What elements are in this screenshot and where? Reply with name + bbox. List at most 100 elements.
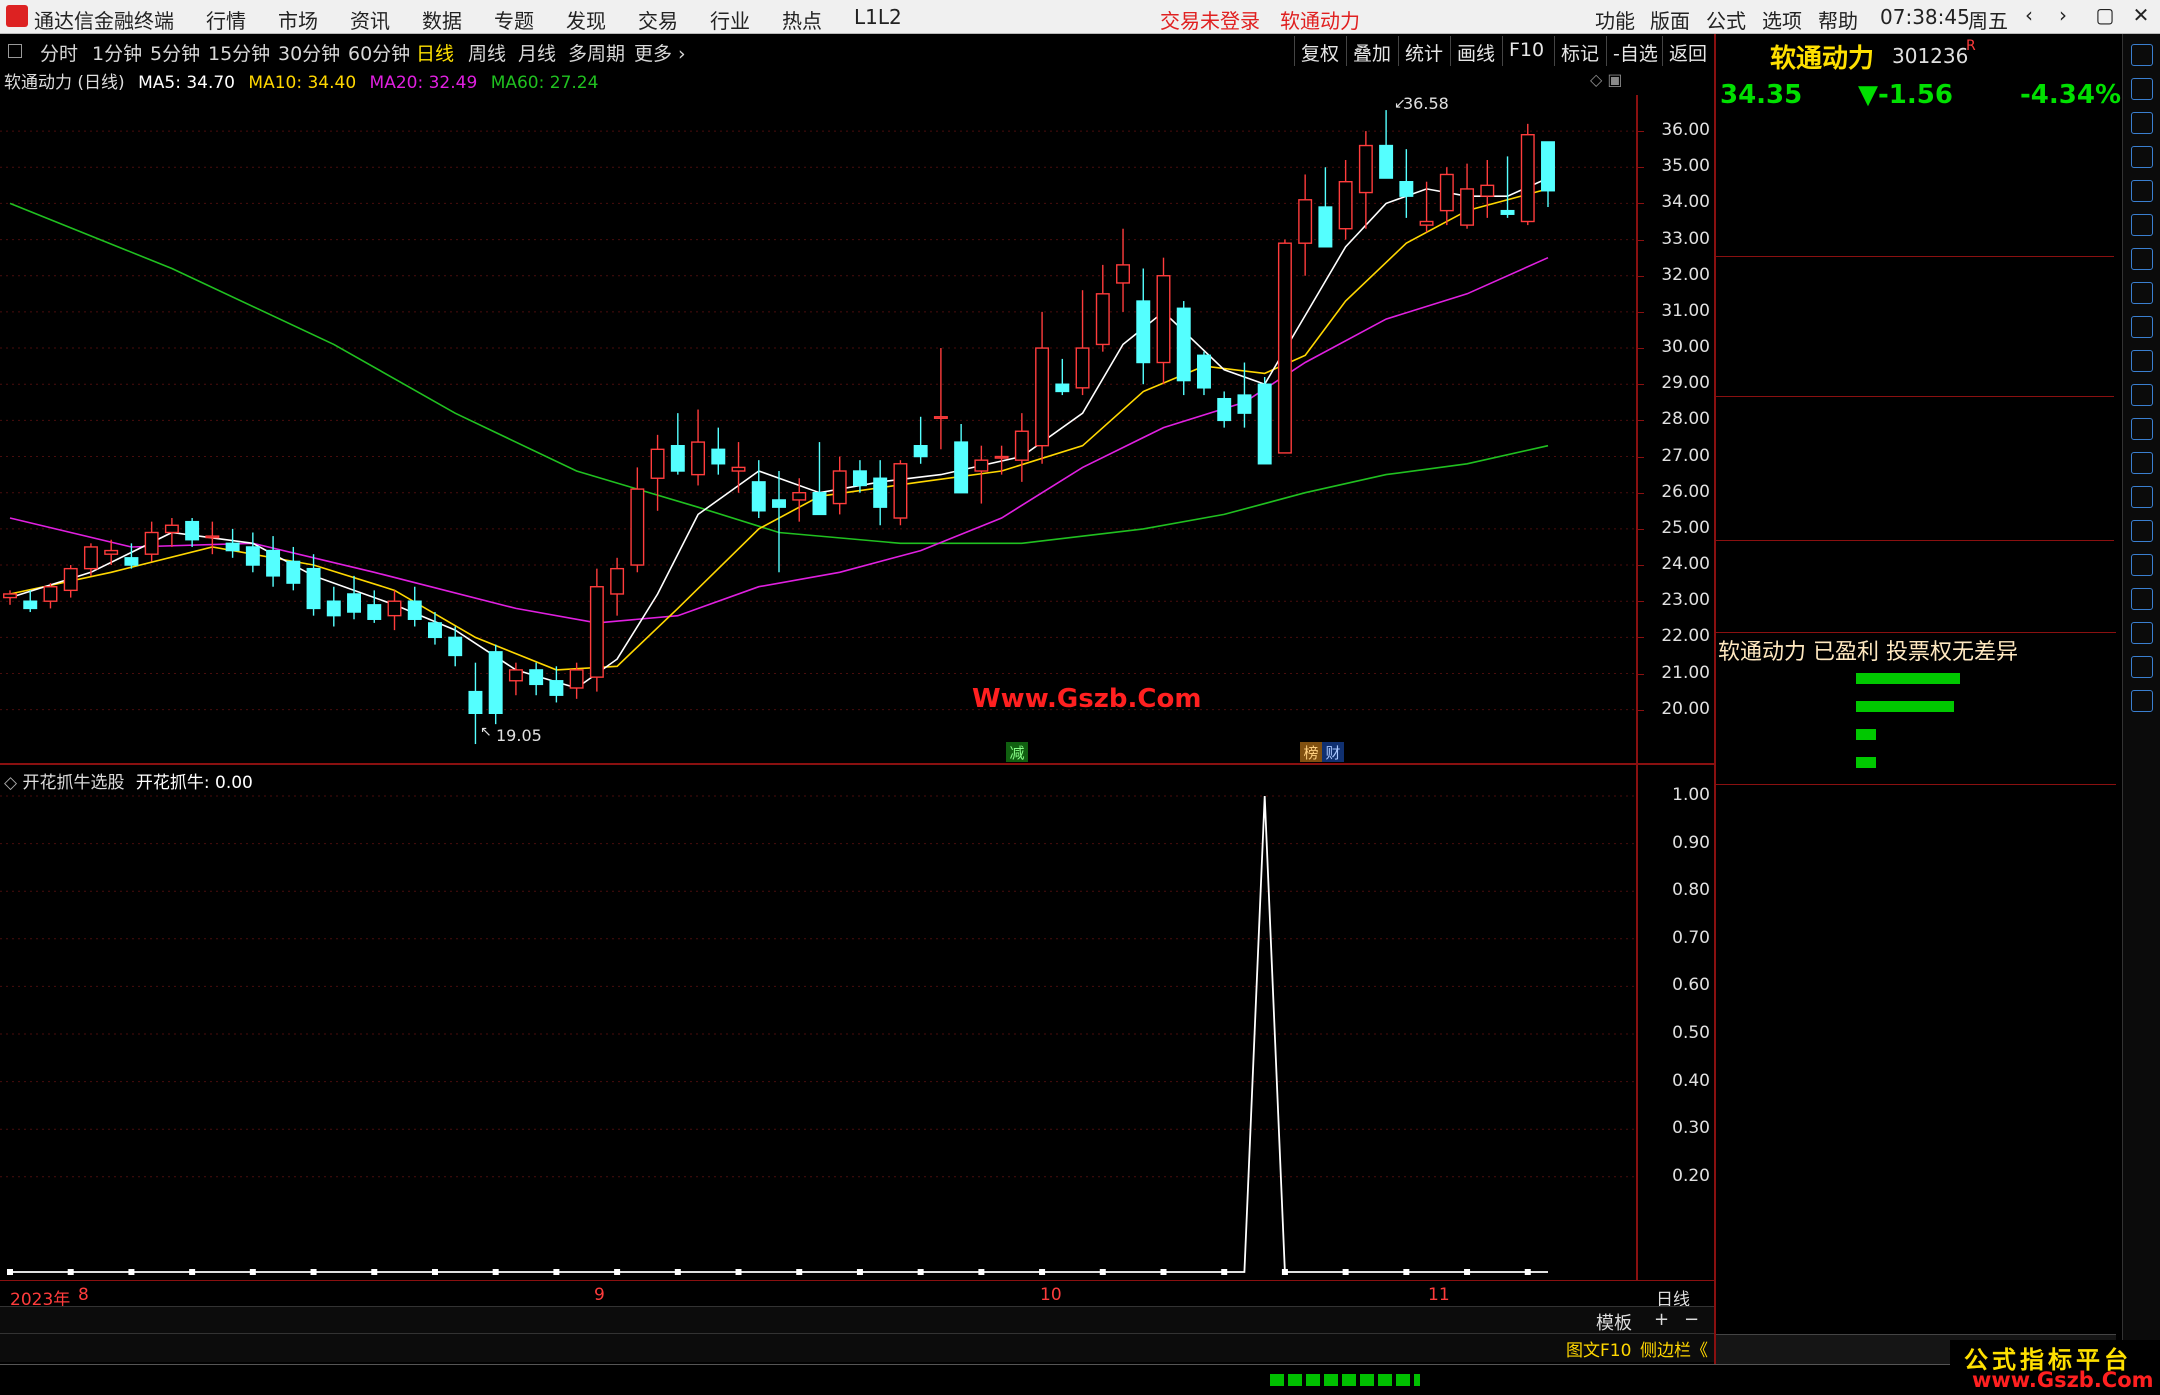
collapse-icon[interactable] — [2131, 44, 2153, 66]
stock-tags[interactable]: 软通动力 已盈利 投票权无差异 — [1718, 634, 2018, 666]
panel-toggle-icon[interactable] — [8, 44, 22, 58]
menu-item-redian[interactable]: 热点 — [782, 5, 822, 34]
indicator-ytick-0.40: 0.40 — [1672, 1070, 1710, 1091]
fs-icon[interactable] — [2131, 418, 2153, 440]
period-multi[interactable]: 多周期 — [568, 39, 625, 66]
candle-up — [650, 448, 665, 479]
btn-huaxian[interactable]: 画线 — [1450, 36, 1501, 66]
period-fenshi[interactable]: 分时 — [40, 39, 78, 66]
menu-item-jiaoyi[interactable]: 交易 — [638, 5, 678, 34]
menu-item-faxian[interactable]: 发现 — [566, 5, 606, 34]
ytick-30.00: 30.00 — [1661, 337, 1710, 358]
period-daily[interactable]: 日线 — [416, 39, 454, 66]
login-status[interactable]: 交易未登录 — [1160, 5, 1260, 34]
fs2-icon[interactable] — [2131, 656, 2153, 678]
restore-window-icon[interactable]: ▢ — [2090, 3, 2120, 31]
event-marker-cai[interactable]: 财 — [1322, 742, 1344, 762]
menu-item-shuju[interactable]: 数据 — [422, 5, 462, 34]
btn-diejia[interactable]: 叠加 — [1346, 36, 1397, 66]
block-icon[interactable] — [2131, 520, 2153, 542]
menu-item-gongshi[interactable]: 公式 — [1706, 5, 1746, 34]
trend-icon[interactable] — [2131, 214, 2153, 236]
btn-fuquan[interactable]: 复权 — [1294, 36, 1345, 66]
report-icon[interactable] — [2131, 384, 2153, 406]
move-icon[interactable] — [2131, 588, 2153, 610]
candle-up — [83, 546, 98, 570]
ma10-label: MA10: 34.40 — [248, 73, 357, 93]
menu-item-xuanxiang[interactable]: 选项 — [1762, 5, 1802, 34]
menu-item-zixun[interactable]: 资讯 — [350, 5, 390, 34]
btn-f10[interactable]: F10 — [1502, 36, 1550, 66]
event-marker-jian[interactable]: 减 — [1006, 742, 1028, 762]
period-monthly[interactable]: 月线 — [518, 39, 556, 66]
menu-icon[interactable] — [2131, 282, 2153, 304]
f10-button[interactable]: 图文F10 — [1566, 1336, 1631, 1361]
indicator-ytick-0.70: 0.70 — [1672, 927, 1710, 948]
close-window-icon[interactable]: ✕ — [2126, 3, 2156, 31]
tiles-icon[interactable] — [2131, 690, 2153, 712]
indicator-chart[interactable] — [0, 790, 1640, 1280]
pencil-icon[interactable] — [2131, 622, 2153, 644]
period-1min[interactable]: 1分钟 — [92, 39, 142, 66]
period-15min[interactable]: 15分钟 — [208, 39, 270, 66]
indicator-tabs — [0, 1306, 1716, 1333]
indicator-ytick-0.60: 0.60 — [1672, 975, 1710, 996]
target-icon[interactable] — [2131, 486, 2153, 508]
table-icon[interactable] — [2131, 180, 2153, 202]
menu-item-hangye[interactable]: 行业 — [710, 5, 750, 34]
menu-item-bangzhu[interactable]: 帮助 — [1818, 5, 1858, 34]
stats-top-divider — [1716, 396, 2114, 397]
ytick-21.00: 21.00 — [1661, 662, 1710, 683]
low-price-marker: 19.05 — [496, 726, 542, 745]
candle-down — [549, 680, 564, 696]
info-tabs — [0, 1333, 1716, 1362]
period-more[interactable]: 更多 › — [634, 39, 686, 66]
grid-icon[interactable] — [2131, 146, 2153, 168]
btn-biaoji[interactable]: 标记 — [1554, 36, 1605, 66]
indicator-point — [1524, 1269, 1531, 1275]
menu-item-hangqing[interactable]: 行情 — [206, 5, 246, 34]
stock-icon[interactable] — [2131, 248, 2153, 270]
axis-month-10: 10 — [1040, 1285, 1062, 1305]
forward-icon[interactable]: › — [2048, 3, 2078, 31]
tick-list[interactable] — [1716, 784, 2116, 1324]
menu-item-shichang[interactable]: 市场 — [278, 5, 318, 34]
quote-stats — [1716, 396, 2116, 636]
btn-fanhui[interactable]: 返回 — [1662, 36, 1713, 66]
period-weekly[interactable]: 周线 — [468, 39, 506, 66]
f-icon[interactable] — [2131, 316, 2153, 338]
ma-legend: 软通动力 (日线) MA5: 34.70 MA10: 34.40 MA20: 3… — [4, 68, 606, 93]
indicator-point — [735, 1269, 742, 1275]
stats-divider — [1716, 632, 2116, 633]
f10-icon[interactable] — [2131, 452, 2153, 474]
menu-item-gongneng[interactable]: 功能 — [1595, 5, 1635, 34]
add-indicator-icon[interactable]: + — [1654, 1309, 1669, 1330]
candle-up — [104, 549, 119, 555]
candle-up — [832, 470, 847, 505]
menu-item-zhuanti[interactable]: 专题 — [494, 5, 534, 34]
ytick-35.00: 35.00 — [1661, 156, 1710, 177]
period-5min[interactable]: 5分钟 — [150, 39, 200, 66]
back-icon[interactable]: ‹ — [2014, 3, 2044, 31]
menu-item-banmian[interactable]: 版面 — [1650, 5, 1690, 34]
remove-indicator-icon[interactable]: − — [1684, 1309, 1699, 1330]
sidebar-toggle-button[interactable]: 侧边栏《 — [1640, 1336, 1708, 1361]
candle-up — [205, 535, 220, 539]
period-30min[interactable]: 30分钟 — [278, 39, 340, 66]
indicator-point — [674, 1269, 681, 1275]
period-60min[interactable]: 60分钟 — [348, 39, 410, 66]
indicator-point — [492, 1269, 499, 1275]
chart-settings-icon[interactable]: ◇ ▣ — [1590, 70, 1623, 89]
template-button[interactable]: 模板 — [1596, 1309, 1632, 1335]
ma10-line — [9, 188, 1549, 671]
diamond-icon[interactable] — [2131, 350, 2153, 372]
kline-chart[interactable] — [0, 95, 1640, 755]
indicator-point — [7, 1269, 13, 1275]
list-icon[interactable] — [2131, 112, 2153, 134]
event-marker-bang[interactable]: 榜 — [1300, 742, 1322, 762]
btn-zixuan[interactable]: -自选 — [1606, 36, 1664, 66]
menu-item-l1l2[interactable]: L1L2 — [854, 5, 902, 29]
btn-tongji[interactable]: 统计 — [1398, 36, 1449, 66]
up-icon[interactable] — [2131, 78, 2153, 100]
rsi-icon[interactable] — [2131, 554, 2153, 576]
